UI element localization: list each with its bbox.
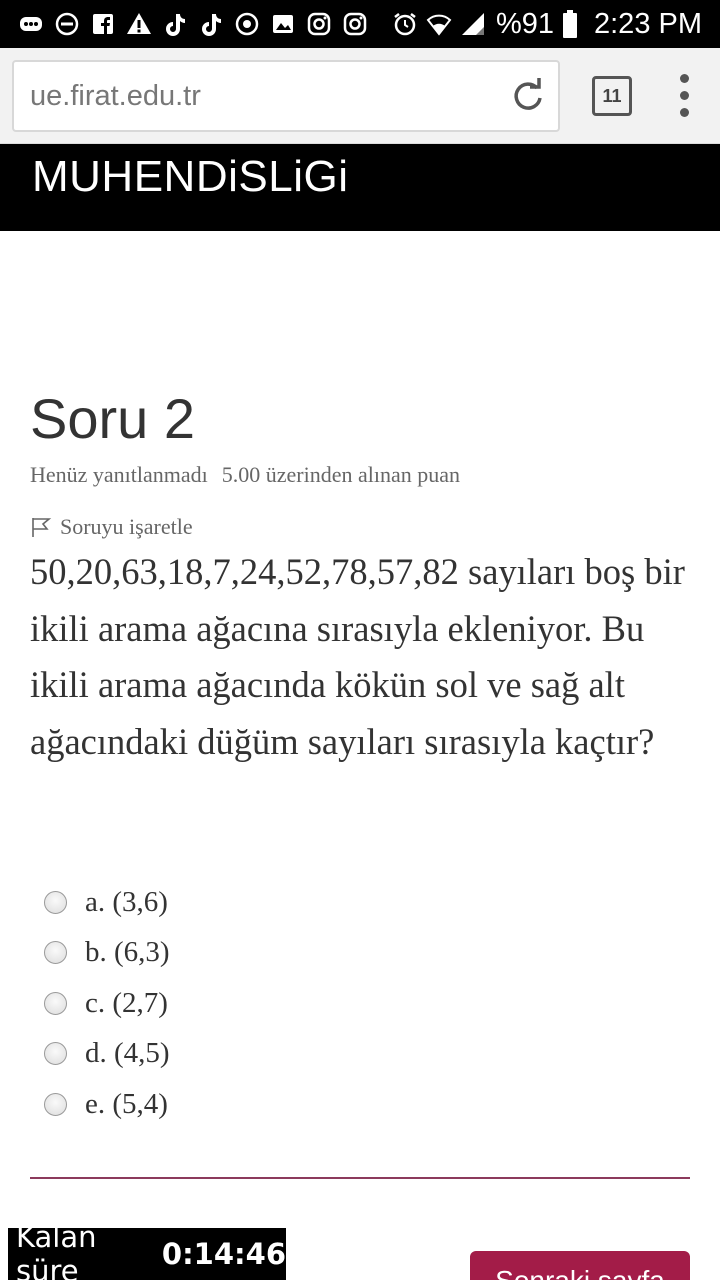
next-page-button[interactable]: Sonraki sayfa xyxy=(470,1251,690,1280)
answer-option-e[interactable]: e. (5,4) xyxy=(44,1079,170,1130)
divider xyxy=(30,1177,690,1179)
warning-icon xyxy=(127,13,151,34)
browser-toolbar: ue.firat.edu.tr 11 xyxy=(0,48,720,144)
instagram-icon xyxy=(307,12,331,36)
wifi-icon xyxy=(426,14,452,36)
question-info: Henüz yanıtlanmadı 5.00 üzerinden alınan … xyxy=(30,462,460,488)
flag-label[interactable]: Soruyu işaretle xyxy=(60,514,193,540)
answer-label[interactable]: e. (5,4) xyxy=(85,1088,168,1121)
address-bar[interactable]: ue.firat.edu.tr xyxy=(12,60,560,132)
radio-button[interactable] xyxy=(44,890,67,914)
question-title: Soru 2 xyxy=(30,387,195,450)
answer-label[interactable]: d. (4,5) xyxy=(85,1037,170,1070)
url-text[interactable]: ue.firat.edu.tr xyxy=(30,80,201,113)
answer-option-d[interactable]: d. (4,5) xyxy=(44,1029,170,1080)
clock: 2:23 PM xyxy=(594,7,702,40)
image-icon xyxy=(273,15,293,33)
instagram-icon xyxy=(343,12,367,36)
answer-option-b[interactable]: b. (6,3) xyxy=(44,928,170,979)
answer-option-a[interactable]: a. (3,6) xyxy=(44,877,170,928)
tiktok-icon xyxy=(166,14,185,36)
status-bar: %91 2:23 PM xyxy=(0,0,720,48)
radio-button[interactable] xyxy=(44,941,67,965)
battery-percent: %91 xyxy=(495,7,554,40)
signal-icon xyxy=(461,13,484,35)
overflow-menu-icon[interactable] xyxy=(676,74,692,118)
battery-icon xyxy=(563,10,577,38)
tiktok-icon xyxy=(202,14,221,36)
timer-value: 0:14:46 xyxy=(161,1237,286,1271)
notification-icons xyxy=(18,8,368,40)
flag-icon xyxy=(32,518,52,537)
whatsapp-icon xyxy=(235,12,259,36)
timer-label: Kalan süre xyxy=(16,1220,97,1280)
question-grade: 5.00 üzerinden alınan puan xyxy=(221,462,461,487)
site-header: MUHENDiSLiGi xyxy=(0,144,720,231)
facebook-icon xyxy=(93,14,113,34)
flag-question-link[interactable]: Soruyu işaretle xyxy=(30,514,193,540)
reload-icon[interactable] xyxy=(510,78,546,114)
answer-option-c[interactable]: c. (2,7) xyxy=(44,978,170,1029)
alarm-icon xyxy=(394,13,416,36)
tab-switcher-button[interactable]: 11 xyxy=(592,76,632,116)
answer-label[interactable]: a. (3,6) xyxy=(85,886,168,919)
do-not-disturb-icon xyxy=(55,12,79,36)
answer-label[interactable]: c. (2,7) xyxy=(85,987,168,1020)
answer-list: a. (3,6) b. (6,3) c. (2,7) d. (4,5) e. (… xyxy=(44,877,170,1130)
answer-label[interactable]: b. (6,3) xyxy=(85,936,170,969)
question-text: 50,20,63,18,7,24,52,78,57,82 sayıları bo… xyxy=(30,551,685,762)
radio-button[interactable] xyxy=(44,1092,67,1116)
message-icon xyxy=(20,17,42,31)
question-status: Henüz yanıtlanmadı xyxy=(30,462,208,487)
site-title: MUHENDiSLiGi xyxy=(32,152,349,201)
system-status: %91 2:23 PM xyxy=(392,6,702,42)
radio-button[interactable] xyxy=(44,1042,67,1066)
radio-button[interactable] xyxy=(44,991,67,1015)
quiz-timer: Kalan süre 0:14:46 xyxy=(8,1220,286,1280)
